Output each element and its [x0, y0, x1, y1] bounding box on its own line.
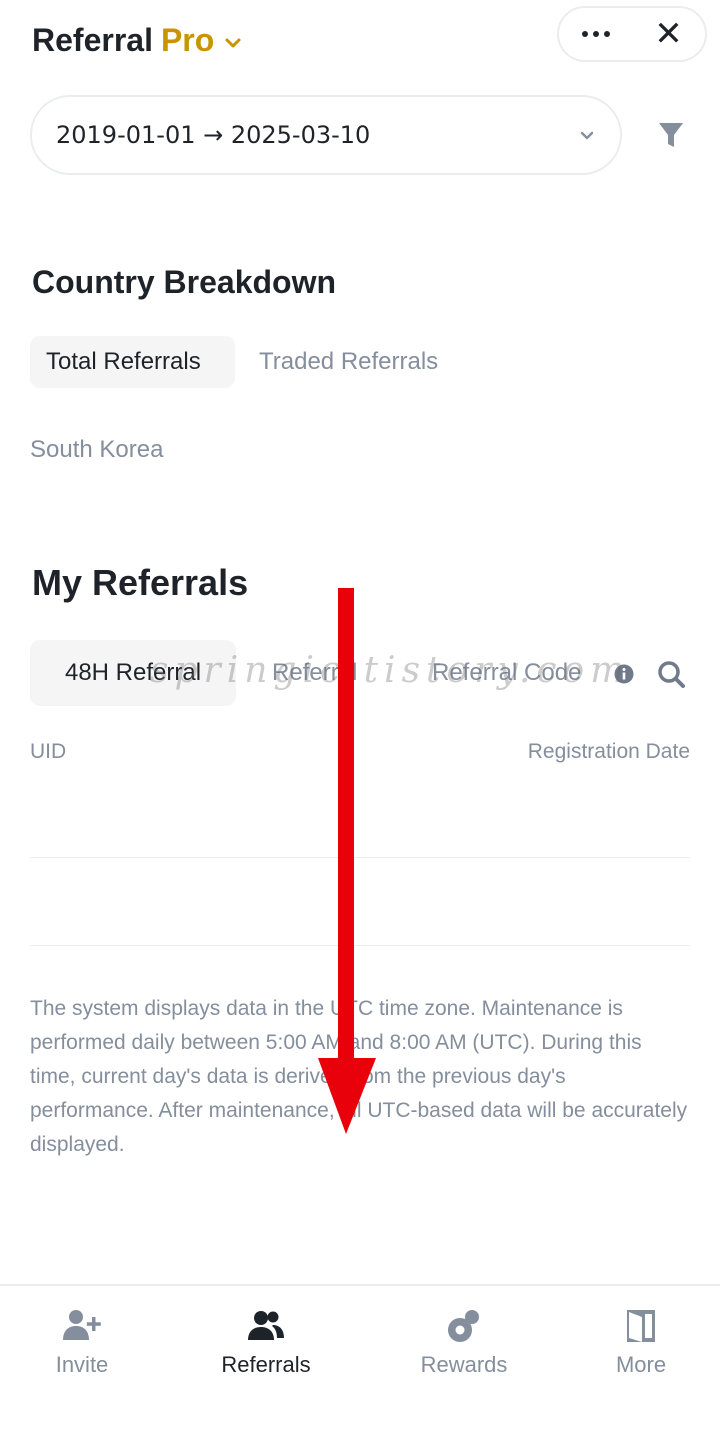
chevron-down-icon: [580, 131, 594, 140]
date-range-selector[interactable]: 2019-01-01 → 2025-03-10: [30, 95, 622, 175]
close-button[interactable]: ✕: [632, 8, 705, 60]
country-name: South Korea: [30, 436, 164, 463]
nav-label-more: More: [615, 1352, 667, 1377]
nav-item-invite[interactable]: Invite: [17, 1308, 147, 1378]
search-icon[interactable]: [656, 659, 686, 689]
top-bar: Referral Pro ✕: [0, 0, 720, 90]
column-header-registration-date: Registration Date: [527, 740, 690, 763]
my-referrals-title: My Referrals: [32, 562, 249, 603]
nav-label-referrals: Referrals: [221, 1352, 311, 1377]
country-breakdown-title: Country Breakdown: [32, 264, 337, 300]
page-title: Referral: [32, 22, 153, 58]
more-dots-icon: [581, 31, 610, 37]
filter-icon[interactable]: [656, 120, 686, 150]
close-icon: ✕: [654, 15, 683, 53]
more-door-icon: [627, 1310, 655, 1342]
tab-total-referrals[interactable]: Total Referrals: [30, 336, 235, 388]
tab-traded-referrals[interactable]: Traded Referrals: [259, 336, 438, 388]
add-user-icon: [63, 1310, 101, 1340]
watermark-text: springic.tistory.com: [150, 650, 631, 691]
column-header-uid: UID: [30, 740, 67, 763]
nav-label-rewards: Rewards: [420, 1352, 508, 1377]
bottom-navigation: Invite Referrals Rewards More: [0, 1284, 720, 1440]
nav-item-more[interactable]: More: [576, 1308, 706, 1378]
rewards-icon: [448, 1310, 479, 1342]
page-title-pro: Pro: [160, 22, 215, 58]
nav-item-referrals[interactable]: Referrals: [201, 1308, 331, 1378]
users-icon: [248, 1311, 284, 1340]
nav-item-rewards[interactable]: Rewards: [399, 1308, 529, 1378]
chevron-down-icon: [225, 38, 241, 47]
nav-label-invite: Invite: [55, 1352, 109, 1377]
date-range-value: 2019-01-01 → 2025-03-10: [56, 121, 371, 149]
page-title-selector[interactable]: Referral Pro: [32, 22, 242, 59]
more-options-button[interactable]: [559, 8, 632, 60]
scroll-down-arrow-annotation: [318, 588, 376, 1134]
mini-app-capsule: ✕: [557, 6, 707, 62]
